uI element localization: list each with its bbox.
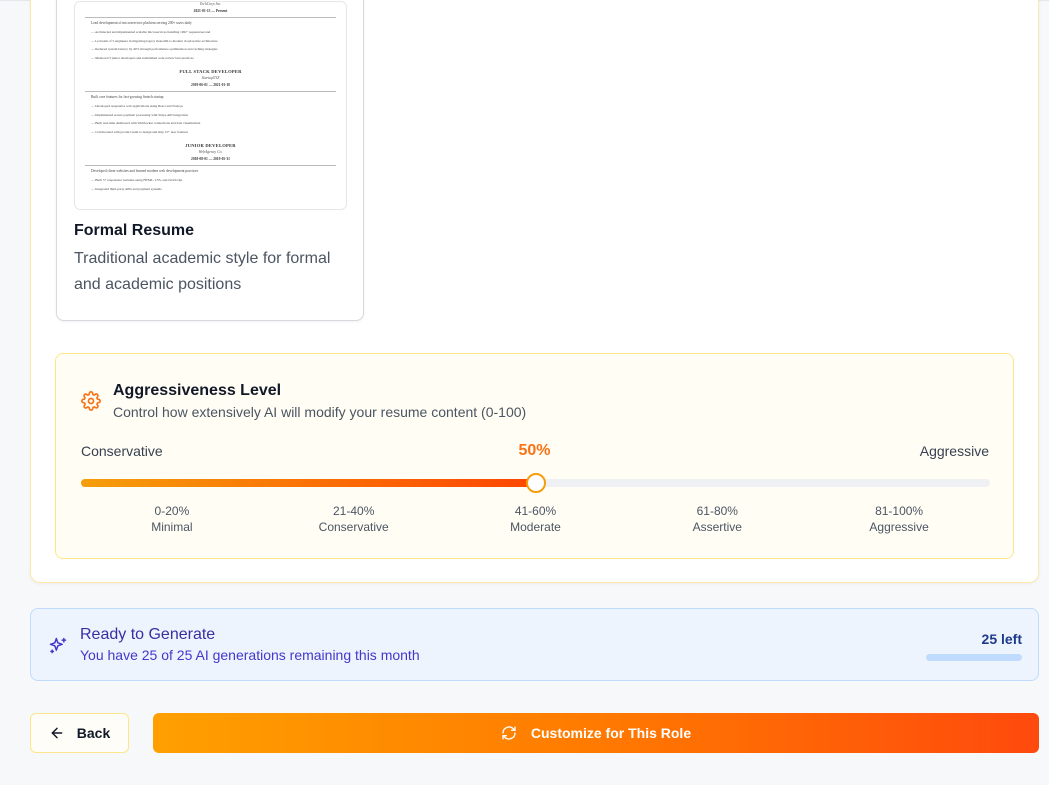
preview-bullet: — Built real-time dashboard with WebSock… — [91, 121, 201, 125]
customize-button[interactable]: Customize for This Role — [153, 713, 1039, 753]
preview-bullet: — Reduced system latency by 40% through … — [91, 47, 218, 51]
preview-bullet: — Integrated third-party APIs and paymen… — [91, 186, 162, 191]
scale-tick: 61-80% Assertive — [657, 503, 777, 535]
preview-company: WebAgency Co. — [198, 150, 223, 154]
generations-left-count: 25 left — [981, 631, 1022, 647]
template-description: Traditional academic style for formal an… — [74, 250, 331, 293]
aggressiveness-subtitle: Control how extensively AI will modify y… — [113, 404, 527, 420]
scale-tick-range: 0-20% — [154, 504, 190, 518]
scale-tick-name: Moderate — [510, 520, 561, 534]
preview-bullet: — Led team of 5 engineers in migrating l… — [91, 38, 218, 43]
slider-max-label: Aggressive — [919, 443, 989, 459]
scale-tick: 21-40% Conservative — [294, 503, 414, 535]
preview-dates: 2021-01-15 — Present — [193, 9, 228, 13]
slider-fill — [81, 479, 536, 487]
preview-bullet: — Developed responsive web applications … — [91, 104, 183, 108]
arrow-left-icon — [51, 727, 63, 739]
preview-job-title: JUNIOR DEVELOPER — [185, 143, 236, 148]
preview-bullet: — Architected and implemented scalable m… — [91, 30, 211, 34]
resume-preview-thumbnail: SENIOR SOFTWARE ENGINEERTechCorp Inc.202… — [74, 1, 347, 210]
scale-tick: 81-100% Aggressive — [839, 503, 959, 535]
ready-title: Ready to Generate — [80, 626, 216, 643]
template-title: Formal Resume — [74, 222, 195, 239]
preview-divider — [85, 165, 336, 166]
slider-thumb[interactable] — [525, 473, 546, 493]
preview-bullet: — Implemented secure payment processing … — [91, 112, 188, 117]
gear-icon — [81, 391, 101, 411]
preview-company: StartupXYZ — [201, 76, 220, 80]
scale-tick-range: 81-100% — [875, 504, 924, 518]
preview-summary: Built core features for fast-growing fin… — [91, 95, 164, 99]
preview-job-title: FULL STACK DEVELOPER — [179, 69, 242, 74]
refresh-icon — [502, 726, 516, 740]
ready-message: You have 25 of 25 AI generations remaini… — [80, 647, 420, 663]
generations-usage-bar — [926, 654, 1022, 661]
preview-bullet: — Collaborated with product team to desi… — [91, 129, 188, 134]
preview-dates: 2018-08-01 — 2019-05-31 — [191, 157, 230, 161]
preview-divider — [85, 17, 336, 18]
scale-tick: 0-20% Minimal — [112, 503, 232, 535]
scale-tick-range: 41-60% — [514, 504, 557, 518]
preview-dates: 2019-06-01 — 2021-01-10 — [191, 83, 230, 87]
scale-tick: 41-60% Moderate — [476, 503, 596, 535]
preview-summary: Lead development of microservices platfo… — [91, 21, 192, 25]
sparkles-icon — [49, 637, 67, 654]
scale-tick-range: 21-40% — [333, 504, 375, 518]
aggressiveness-slider[interactable] — [81, 473, 990, 493]
back-button[interactable]: Back — [30, 713, 129, 753]
scale-tick-name: Conservative — [318, 520, 389, 534]
preview-bullet: — Built 5+ responsive websites using HTM… — [91, 178, 183, 182]
scale-tick-range: 61-80% — [696, 504, 738, 518]
back-button-label: Back — [76, 725, 111, 741]
template-card-formal[interactable]: SENIOR SOFTWARE ENGINEERTechCorp Inc.202… — [56, 0, 364, 321]
preview-company: TechCorp Inc. — [199, 2, 222, 6]
scale-tick-name: Assertive — [692, 520, 742, 534]
preview-divider — [85, 91, 336, 92]
aggressiveness-title: Aggressiveness Level — [113, 382, 282, 399]
customize-button-label: Customize for This Role — [530, 725, 692, 741]
scale-tick-name: Minimal — [151, 520, 193, 534]
aggressiveness-panel: Aggressiveness Level Control how extensi… — [55, 353, 1014, 559]
preview-summary: Developed client websites and learned mo… — [91, 169, 199, 173]
scale-tick-name: Aggressive — [869, 520, 929, 534]
preview-bullet: — Mentored 3 junior developers and estab… — [91, 55, 194, 60]
ready-banner: Ready to Generate You have 25 of 25 AI g… — [30, 608, 1039, 681]
slider-value-label: 50% — [518, 442, 551, 459]
slider-scale: 0-20% Minimal 21-40% Conservative 41-60% Mode… — [81, 503, 990, 537]
